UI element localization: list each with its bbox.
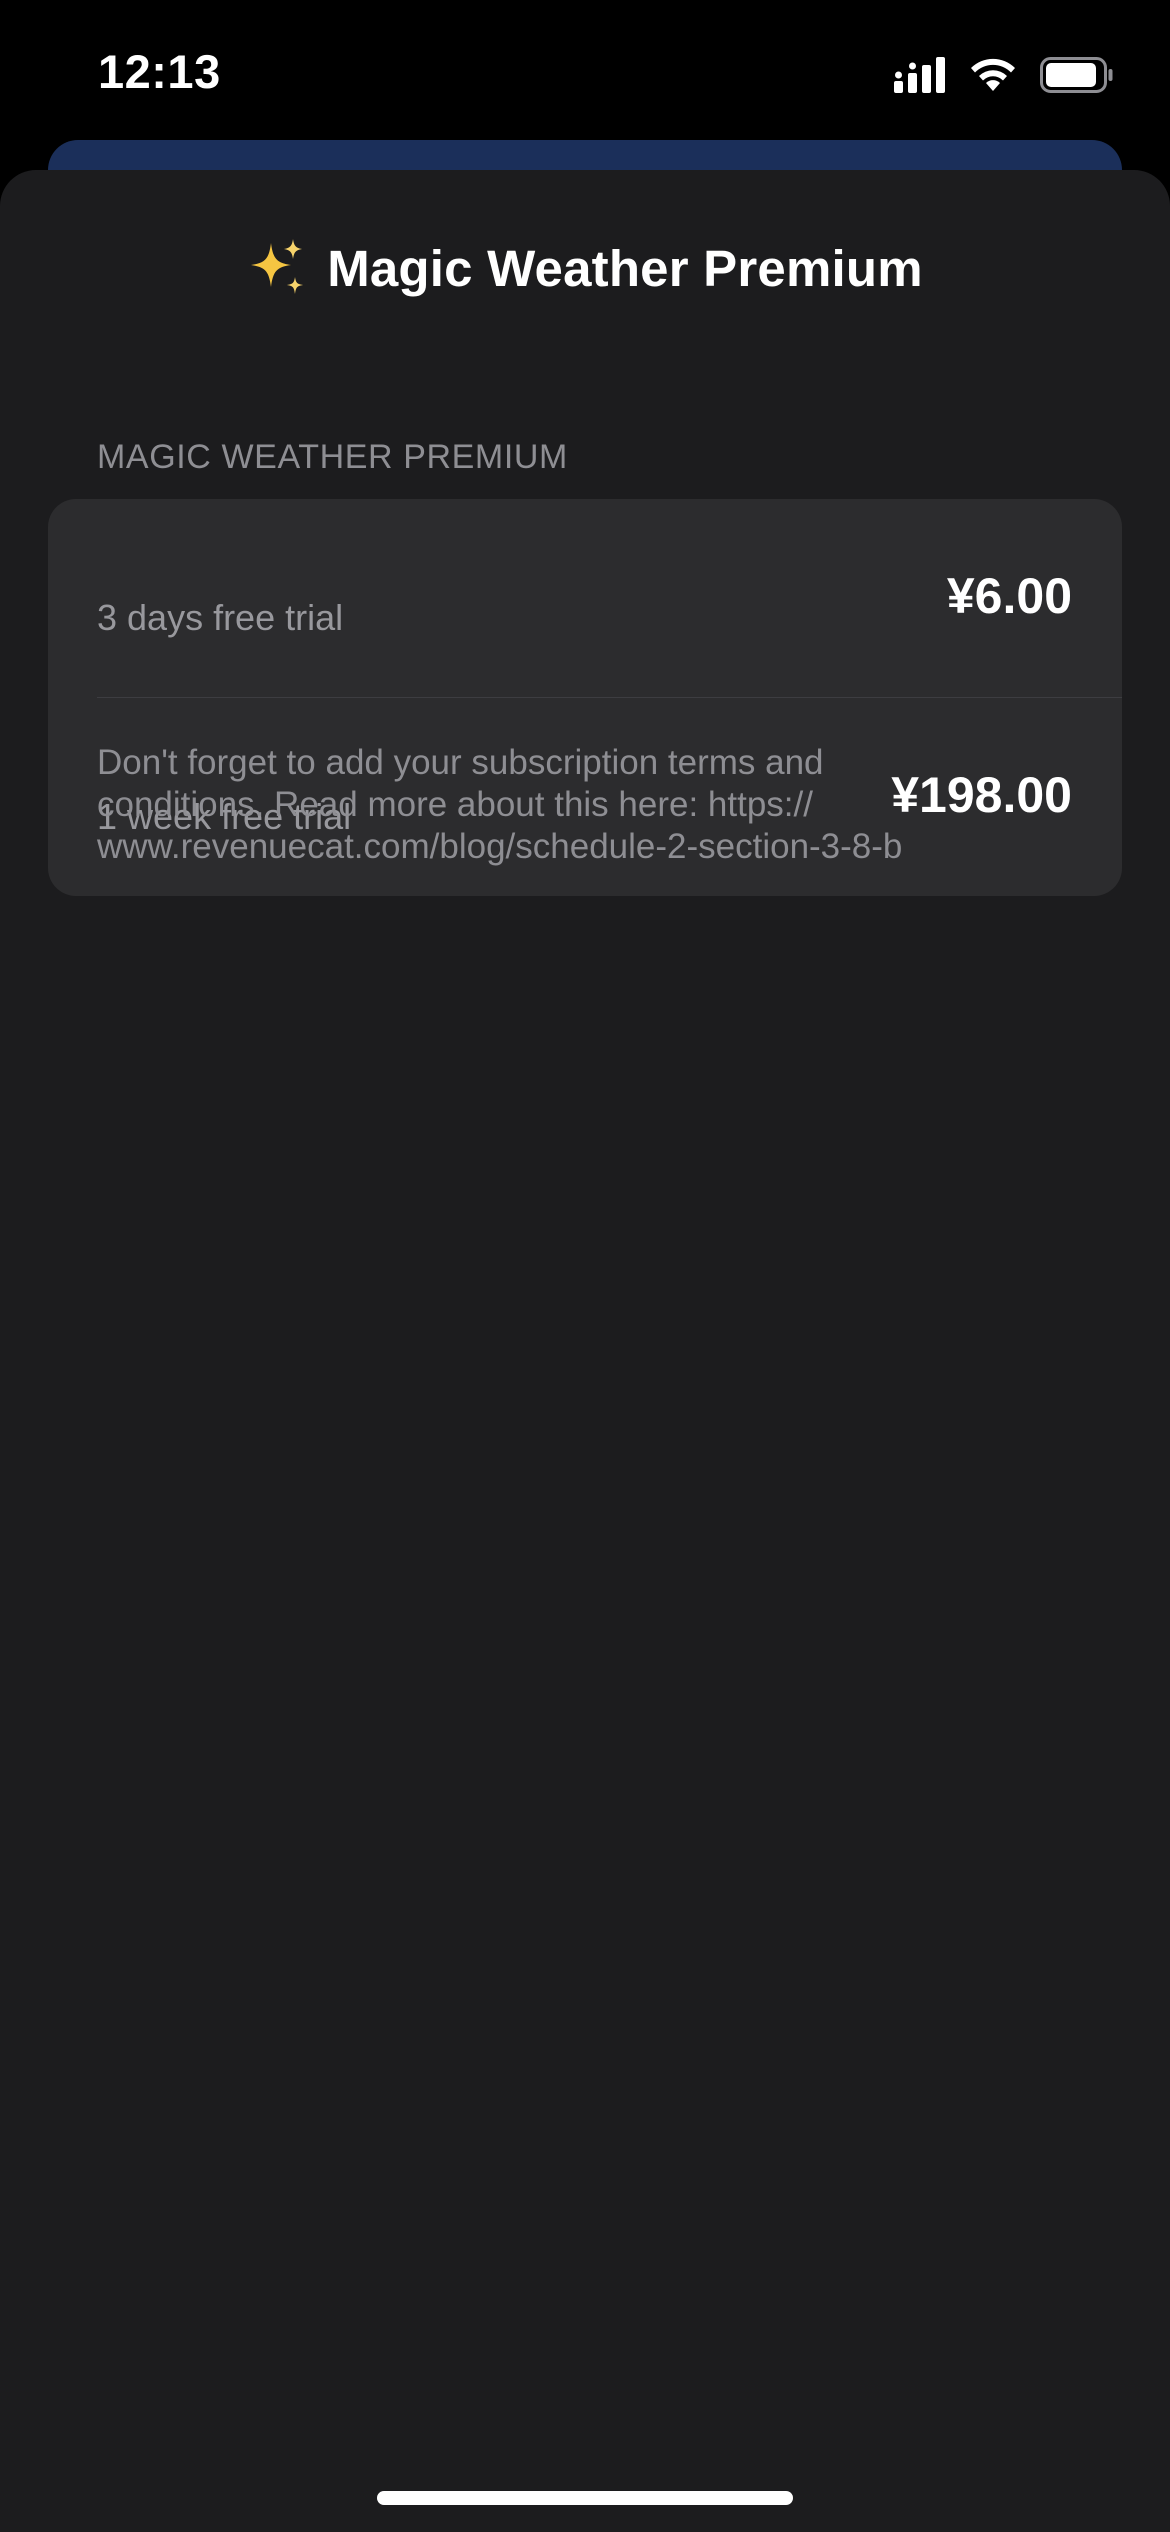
status-time: 12:13 — [98, 45, 221, 98]
terms-footer: Don't forget to add your subscription te… — [97, 743, 903, 866]
status-icons — [894, 50, 1114, 100]
home-indicator[interactable] — [377, 2491, 793, 2505]
cellular-signal-icon — [894, 57, 945, 93]
status-bar: 12:13 — [0, 0, 1170, 150]
screen: 12:13 Magic Weather Premium MAGIC WEATHE… — [0, 0, 1170, 2532]
package-label: 3 days free trial — [97, 597, 344, 638]
section-header: MAGIC WEATHER PREMIUM — [97, 438, 568, 476]
sparkles-icon — [251, 239, 304, 294]
paywall-sheet: Magic Weather Premium MAGIC WEATHER PREM… — [0, 170, 1170, 2532]
package-price: ¥6.00 — [946, 568, 1072, 624]
sheet-title: Magic Weather Premium — [327, 239, 923, 297]
wifi-icon — [971, 58, 1015, 91]
package-option-3-days[interactable]: 3 days free trial ¥6.00 — [48, 499, 1122, 697]
battery-icon — [1040, 57, 1113, 93]
sheet-header: Magic Weather Premium — [0, 228, 1170, 308]
